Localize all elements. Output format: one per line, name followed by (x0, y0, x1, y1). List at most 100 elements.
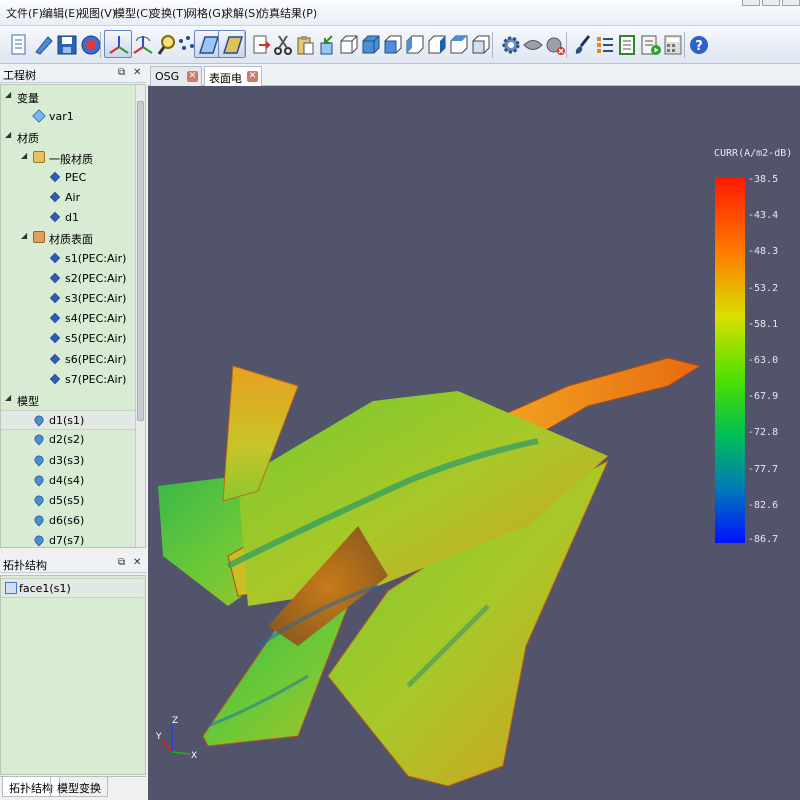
menu-mesh[interactable]: 网格(G) (186, 5, 225, 21)
expand-arrow-icon[interactable]: ◢ (21, 151, 27, 160)
tab-osg-window[interactable]: OSG窗口 ✕ (150, 66, 202, 98)
y-axis-line (161, 739, 173, 753)
tree-item[interactable]: d5(s5) (1, 491, 135, 511)
tree-item-label: PEC (65, 170, 87, 184)
tree-item-label: 变量 (17, 92, 39, 105)
maximize-button[interactable] (762, 0, 780, 6)
close-tab-icon[interactable]: ✕ (247, 71, 258, 82)
tree-item[interactable]: s4(PEC:Air) (1, 309, 135, 329)
tree-item[interactable]: ◢ 一般材质 (1, 148, 135, 168)
face-icon (222, 36, 244, 54)
menu-view[interactable]: 视图(V) (78, 5, 116, 21)
expand-arrow-icon[interactable]: ◢ (5, 393, 11, 402)
bottom-tabs: 拓扑结构 模型变换 (0, 776, 146, 800)
tree-item-label: s5(PEC:Air) (65, 332, 127, 346)
tree-item[interactable]: s7(PEC:Air) (1, 370, 135, 390)
help-button[interactable]: ? (684, 30, 712, 58)
tree-item[interactable]: d3(s3) (1, 451, 135, 471)
menu-transform[interactable]: 变换(T) (150, 5, 187, 21)
menu-bar: 文件(F) 编辑(E) 视图(V) 模型(C) 变换(T) 网格(G) 求解(S… (0, 0, 800, 26)
topology-panel: face1(s1) (0, 575, 146, 775)
tree-item[interactable]: ◢ 材质表面 (1, 228, 135, 248)
expand-arrow-icon[interactable]: ◢ (5, 90, 11, 99)
topology-item[interactable]: face1(s1) (1, 578, 143, 598)
help-question-icon: ? (690, 36, 708, 54)
tree-item-label: 材质 (17, 132, 39, 146)
material-icon (49, 212, 61, 223)
tree-item-label: d3(s3) (49, 453, 85, 467)
tree-item[interactable]: d1 (1, 208, 135, 228)
remove-button[interactable] (540, 30, 568, 58)
tree-item[interactable]: d2(s2) (1, 430, 135, 450)
colorbar-tick: -58.1 (748, 319, 779, 330)
model-icon (32, 413, 46, 427)
tab-model-transform[interactable]: 模型变换 (50, 777, 108, 797)
colorbar (715, 178, 745, 543)
dock-float-icon[interactable]: ⧉ (118, 67, 125, 78)
tree-item[interactable]: PEC (1, 168, 135, 188)
y-axis-label: Y (155, 732, 162, 742)
calculator-icon (664, 35, 682, 55)
tree-item-label: 模型 (17, 395, 39, 408)
tree-item[interactable]: d1(s1) (1, 410, 135, 431)
tree-item[interactable]: ◢ 材质 (1, 127, 135, 147)
tree-item[interactable]: s2(PEC:Air) (1, 269, 135, 289)
svg-text:?: ? (695, 39, 703, 54)
face-icon (5, 582, 17, 594)
material-folder-icon (33, 150, 45, 163)
tree-item-label: s4(PEC:Air) (65, 312, 127, 326)
dock-close-icon[interactable]: ✕ (133, 67, 141, 78)
calculator-button[interactable] (658, 30, 686, 58)
menu-file[interactable]: 文件(F) (6, 5, 43, 21)
expand-arrow-icon[interactable]: ◢ (21, 231, 27, 240)
box-bottom-button[interactable] (466, 30, 494, 58)
face-select-button[interactable] (218, 30, 246, 58)
colorbar-tick: -48.3 (748, 246, 779, 257)
material-icon (49, 171, 61, 182)
expand-arrow-icon[interactable]: ◢ (5, 130, 11, 139)
3d-viewport[interactable]: CURR(A/m2-dB) -38.5 -43.4 -48.3 -53.2 -5… (148, 86, 800, 800)
tree-item[interactable]: var1 (1, 107, 135, 127)
menu-results[interactable]: 仿真结果(P) (258, 5, 317, 21)
remove-gear-icon (546, 37, 565, 55)
tree-item[interactable]: s1(PEC:Air) (1, 249, 135, 269)
tree-item[interactable]: s3(PEC:Air) (1, 289, 135, 309)
tab-surface-current[interactable]: 表面电流 ✕ (204, 66, 262, 101)
scrollbar-thumb[interactable] (137, 101, 144, 421)
dock-close-icon[interactable]: ✕ (133, 557, 141, 568)
material-icon (49, 353, 61, 364)
surface-folder-icon (33, 231, 45, 244)
tree-item-label: Air (65, 191, 81, 204)
dock-float-icon[interactable]: ⧉ (118, 557, 125, 568)
tree-item[interactable]: s5(PEC:Air) (1, 329, 135, 349)
material-icon (49, 373, 61, 384)
close-tab-icon[interactable]: ✕ (187, 71, 198, 82)
menu-model[interactable]: 模型(C) (114, 5, 152, 21)
tree-item-label: 材质表面 (49, 233, 93, 247)
menu-solve[interactable]: 求解(S) (222, 5, 260, 21)
project-tree-header: 工程树 ⧉ ✕ (0, 65, 146, 83)
tree-item-label: d7(s7) (49, 534, 85, 548)
colorbar-tick: -53.2 (748, 283, 779, 294)
tree-item-label: d1(s1) (49, 414, 85, 428)
toolbar-separator (492, 32, 493, 58)
menu-edit[interactable]: 编辑(E) (42, 5, 80, 21)
tree-item[interactable]: ◢ 变量 (1, 87, 135, 107)
close-window-button[interactable] (782, 0, 800, 6)
tree-item[interactable]: d4(s4) (1, 471, 135, 491)
colorbar-tick: -38.5 (748, 174, 779, 185)
axes-triad: Z Y X (155, 716, 197, 761)
z-axis-label: Z (172, 716, 178, 726)
tree-item[interactable]: s6(PEC:Air) (1, 350, 135, 370)
colorbar-tick: -77.7 (748, 464, 779, 475)
colorbar-tick: -63.0 (748, 355, 779, 366)
topology-item-label: face1(s1) (19, 582, 71, 595)
tree-scrollbar[interactable] (135, 85, 145, 547)
tree-item[interactable]: ◢ 模型 (1, 390, 135, 410)
minimize-button[interactable] (742, 0, 760, 6)
tree-item-label: d5(s5) (49, 494, 85, 507)
tree-item-label: 一般材质 (49, 152, 93, 166)
tree-item[interactable]: d7(s7) (1, 531, 135, 548)
tree-item[interactable]: d6(s6) (1, 511, 135, 531)
tree-item[interactable]: Air (1, 188, 135, 208)
